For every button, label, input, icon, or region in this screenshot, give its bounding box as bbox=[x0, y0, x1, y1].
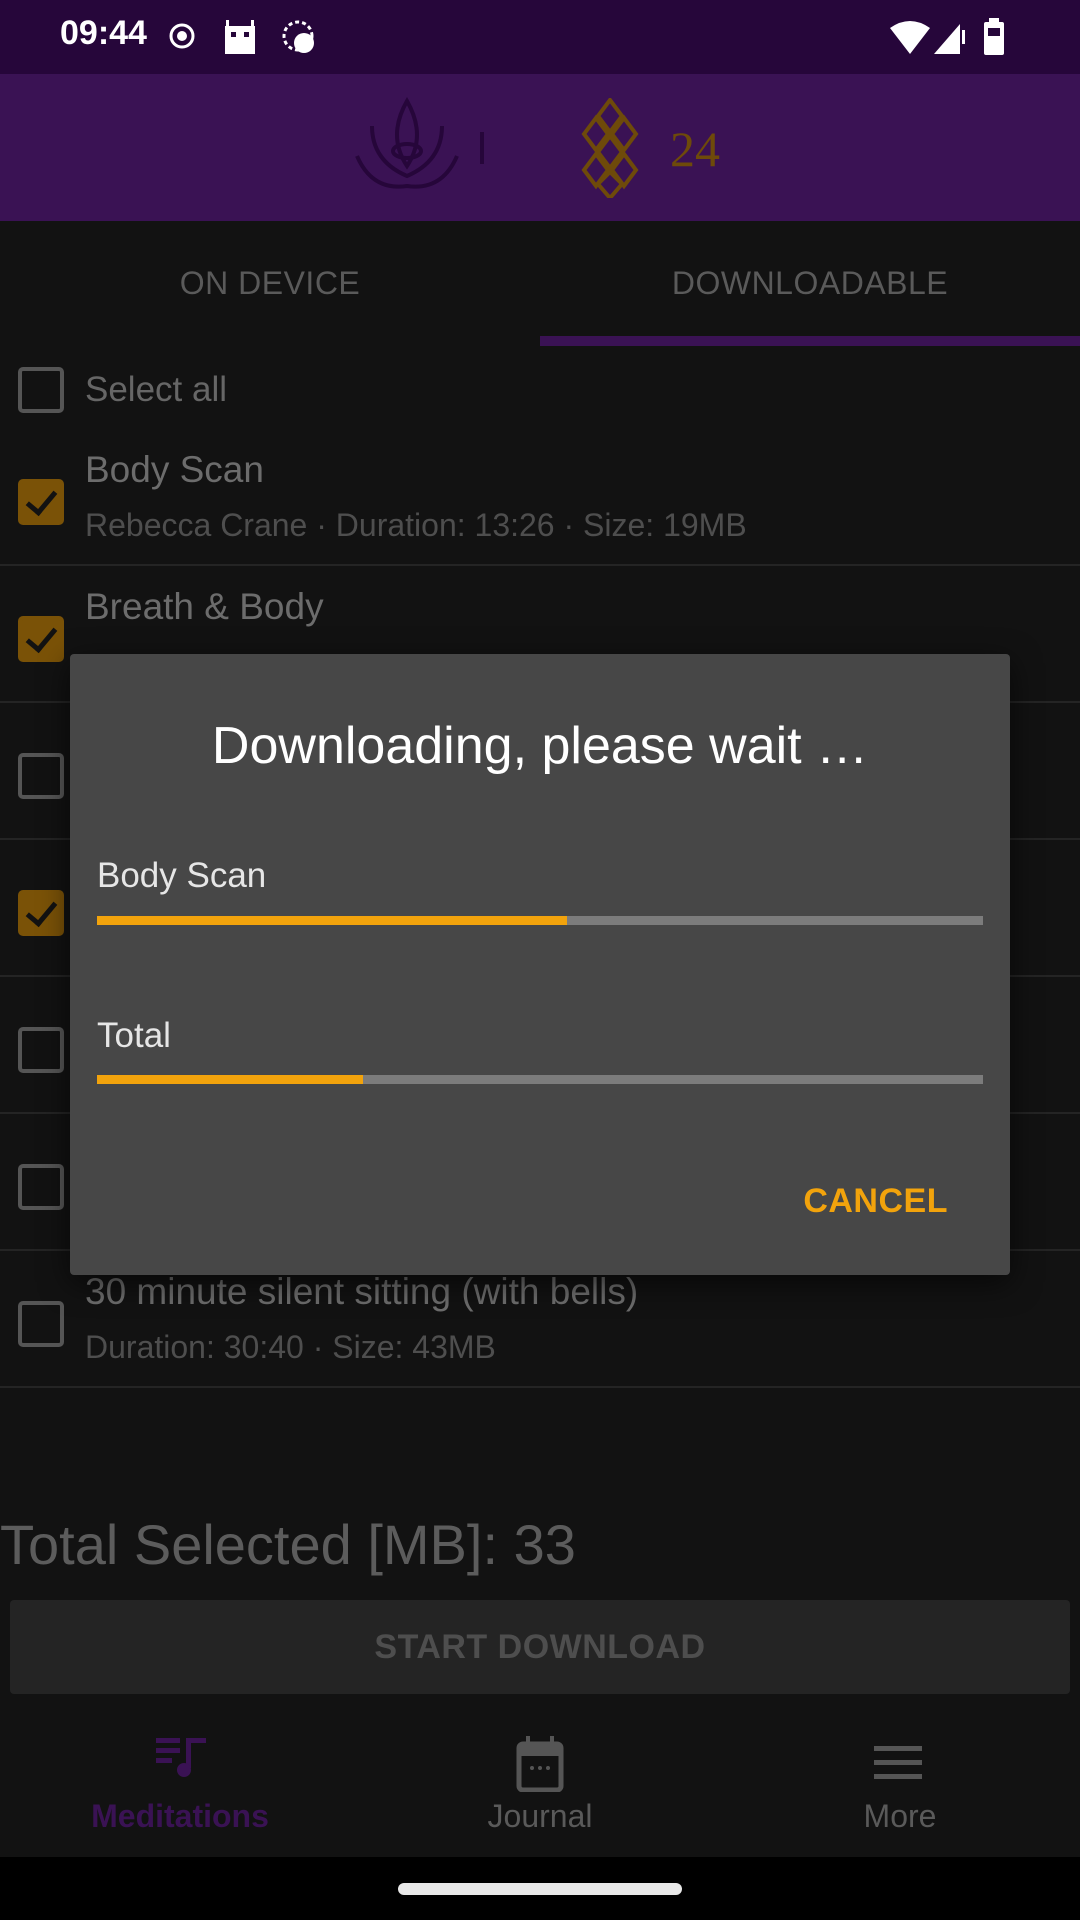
item-checkbox[interactable] bbox=[18, 1027, 64, 1073]
select-all-row[interactable]: Select all bbox=[0, 358, 1080, 422]
cancel-button[interactable]: CANCEL bbox=[803, 1182, 948, 1221]
item-checkbox[interactable] bbox=[18, 890, 64, 936]
sync-icon bbox=[282, 20, 314, 53]
nav-label: Journal bbox=[487, 1798, 593, 1834]
menu-icon bbox=[874, 1746, 922, 1779]
bottom-nav: Meditations Journal More bbox=[0, 1710, 1080, 1857]
wifi-icon bbox=[890, 21, 930, 54]
total-label: Total bbox=[97, 1016, 171, 1055]
app-header: 24 bbox=[0, 74, 1080, 221]
item-title: 30 minute silent sitting (with bells) bbox=[85, 1271, 639, 1312]
item-checkbox[interactable] bbox=[18, 1164, 64, 1210]
current-progress-bar bbox=[97, 916, 983, 925]
item-checkbox[interactable] bbox=[18, 616, 64, 662]
total-progress-bar bbox=[97, 1075, 983, 1084]
logo-number: 24 bbox=[670, 121, 720, 177]
status-bar: 09:44 bbox=[0, 0, 1080, 74]
download-progress-dialog: Downloading, please wait … Body Scan Tot… bbox=[70, 654, 1010, 1275]
total-selected: Total Selected [MB]: 33 bbox=[0, 1513, 576, 1576]
logo-divider bbox=[480, 132, 484, 164]
item-title: Body Scan bbox=[85, 449, 264, 490]
nav-label: Meditations bbox=[91, 1798, 269, 1834]
battery-icon bbox=[984, 18, 1004, 55]
status-time: 09:44 bbox=[60, 14, 147, 52]
item-checkbox[interactable] bbox=[18, 1301, 64, 1347]
playlist-music-icon bbox=[156, 1738, 206, 1777]
nav-meditations[interactable]: Meditations bbox=[0, 1710, 360, 1857]
tab-on-device[interactable]: ON DEVICE bbox=[0, 221, 540, 345]
current-item-label: Body Scan bbox=[97, 856, 267, 895]
tab-downloadable[interactable]: DOWNLOADABLE bbox=[540, 221, 1080, 345]
signal-icon bbox=[934, 24, 965, 54]
item-checkbox[interactable] bbox=[18, 753, 64, 799]
item-title: Breath & Body bbox=[85, 586, 324, 627]
select-all-label: Select all bbox=[85, 370, 228, 409]
calendar-icon bbox=[516, 1736, 564, 1792]
endless-knot-logo-icon bbox=[581, 98, 639, 198]
android-icon bbox=[225, 20, 255, 54]
dialog-title: Downloading, please wait … bbox=[211, 717, 869, 775]
total-progress-fill bbox=[97, 1075, 363, 1084]
select-all-checkbox[interactable] bbox=[18, 367, 64, 413]
record-icon bbox=[169, 23, 195, 49]
item-subtitle: Duration: 30:40 · Size: 43MB bbox=[85, 1329, 496, 1365]
tab-bar: ON DEVICE DOWNLOADABLE bbox=[0, 221, 1080, 345]
start-download-button[interactable]: START DOWNLOAD bbox=[10, 1600, 1070, 1694]
nav-journal[interactable]: Journal bbox=[360, 1710, 720, 1857]
tab-indicator bbox=[540, 336, 1080, 346]
current-progress-fill bbox=[97, 916, 567, 925]
item-checkbox[interactable] bbox=[18, 479, 64, 525]
lotus-logo-icon bbox=[355, 96, 459, 189]
list-item[interactable]: Body Scan Rebecca Crane · Duration: 13:2… bbox=[0, 429, 1080, 566]
nav-label: More bbox=[863, 1798, 937, 1834]
home-gesture-handle[interactable] bbox=[398, 1883, 682, 1895]
item-subtitle: Rebecca Crane · Duration: 13:26 · Size: … bbox=[85, 507, 747, 543]
nav-more[interactable]: More bbox=[720, 1710, 1080, 1857]
